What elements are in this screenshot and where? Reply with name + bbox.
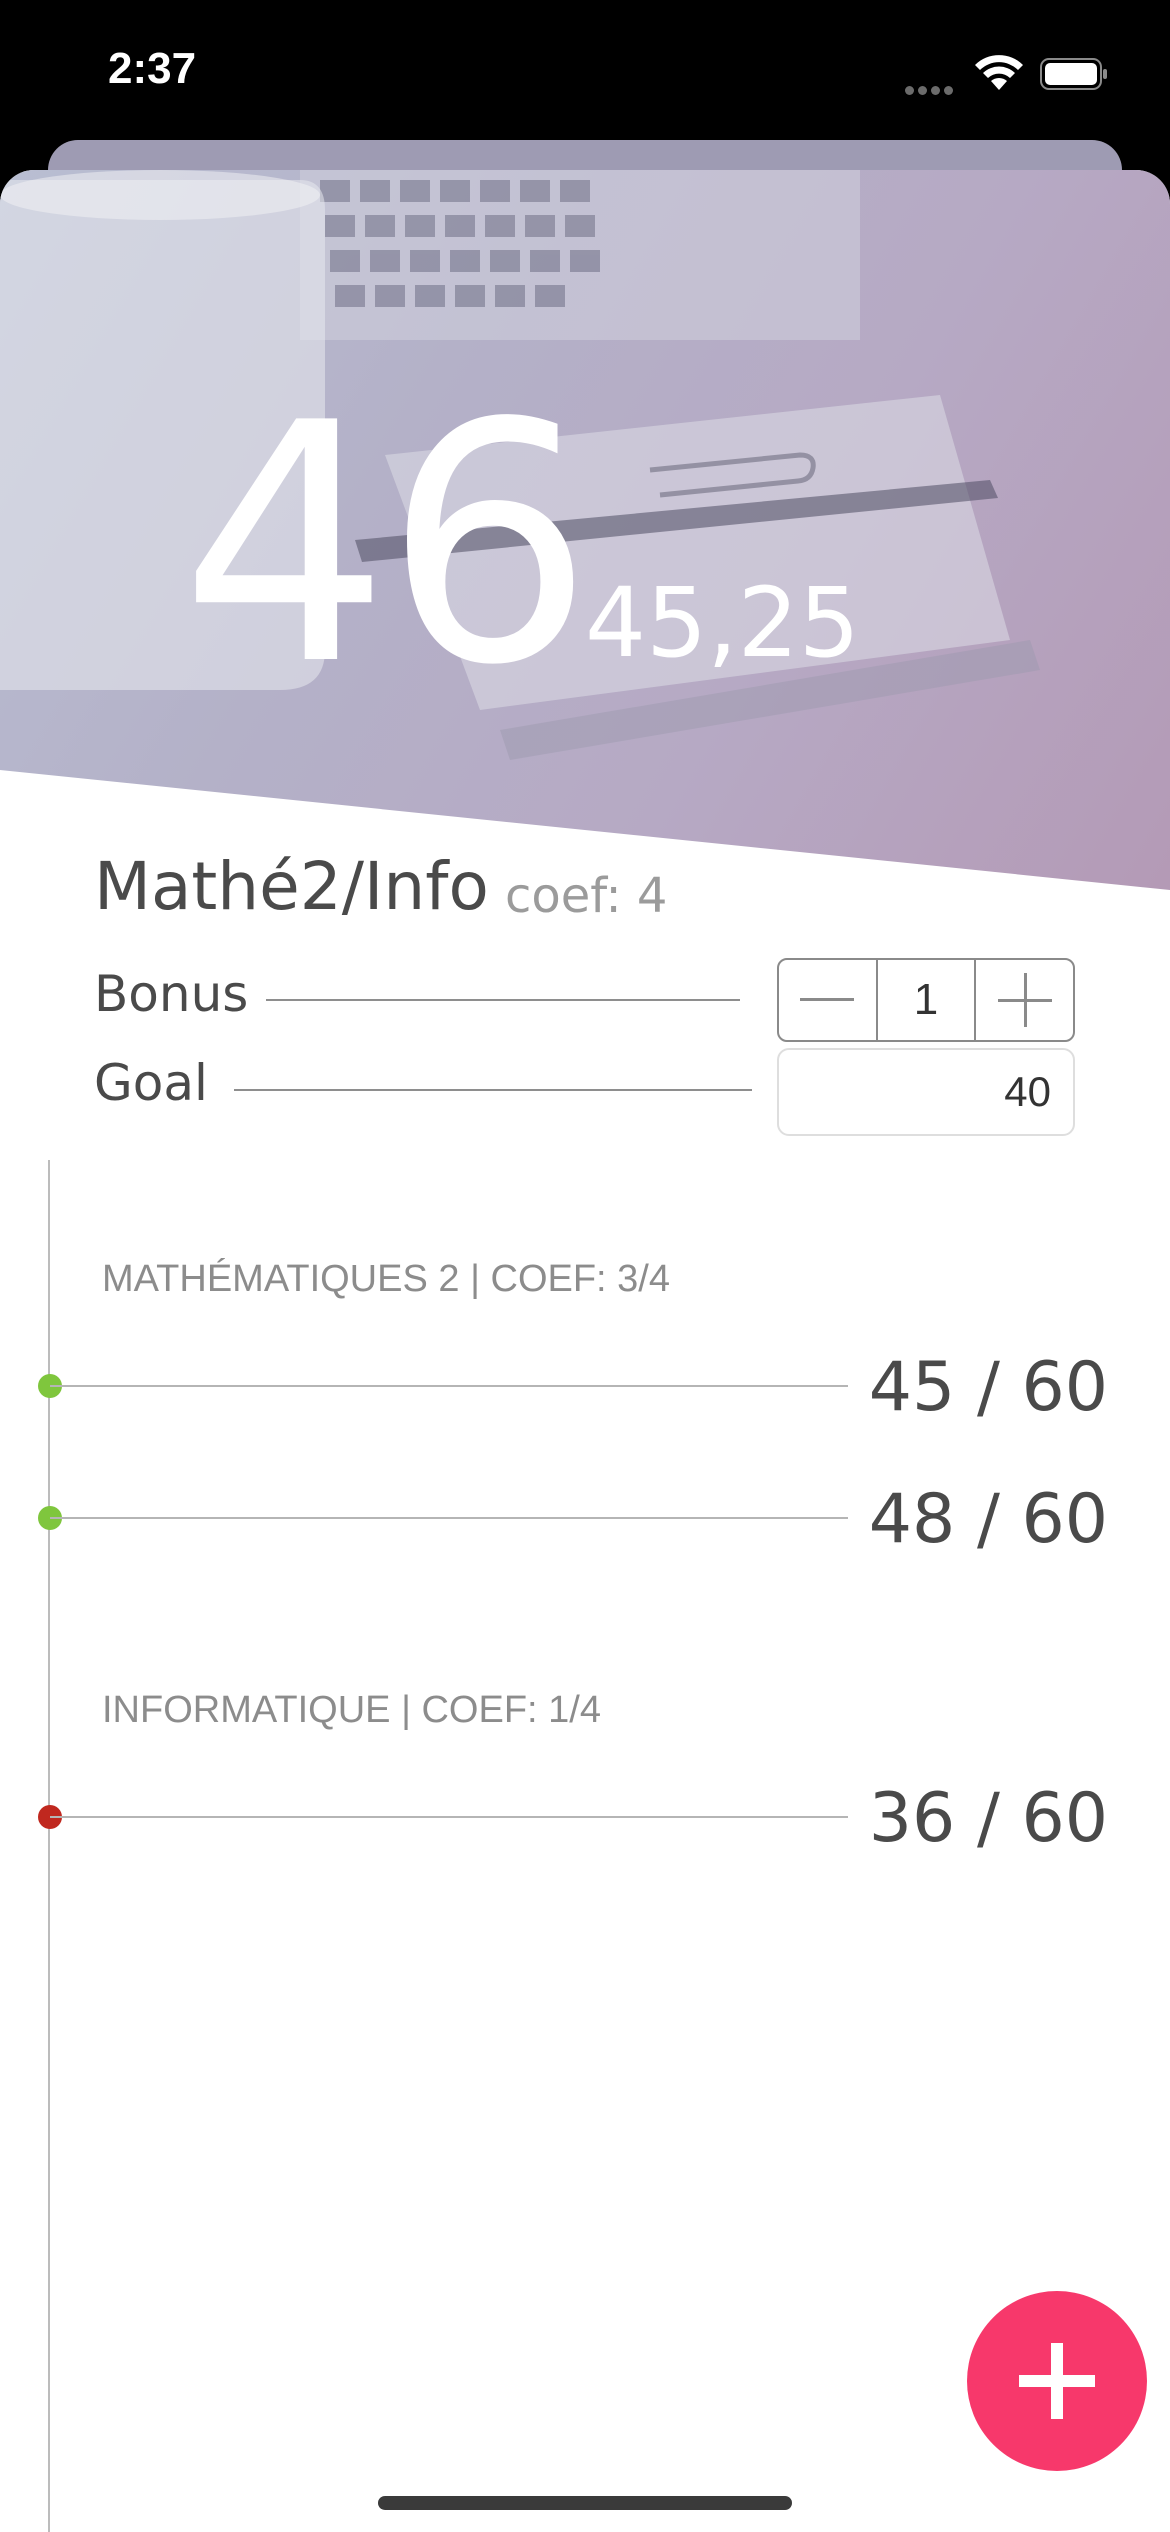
status-bar: 2:37 (0, 0, 1170, 140)
bonus-stepper[interactable]: 1 (777, 958, 1075, 1042)
grade-divider (50, 1385, 848, 1387)
goal-divider (234, 1089, 752, 1091)
decrement-button[interactable] (779, 960, 876, 1040)
section-title: INFORMATIQUE | COEF: 1/4 (102, 1689, 601, 1731)
cellular-signal-icon (905, 80, 957, 95)
overall-grade-rounded: 46 (180, 353, 594, 737)
grade-value: 45 / 60 (868, 1348, 1108, 1427)
status-time: 2:37 (108, 44, 197, 93)
timeline-line (48, 1160, 50, 2532)
hero-header: 46 45,25 (0, 170, 1170, 890)
plus-icon (1019, 2343, 1095, 2419)
grade-divider (50, 1816, 848, 1818)
bonus-label: Bonus (94, 965, 249, 1023)
grade-value: 48 / 60 (868, 1480, 1108, 1559)
goal-label: Goal (94, 1054, 208, 1112)
increment-button[interactable] (976, 960, 1073, 1040)
bonus-value: 1 (875, 960, 977, 1040)
home-indicator (378, 2496, 792, 2510)
battery-icon (1040, 58, 1107, 90)
subject-detail-sheet: 46 45,25 Mathé2/Info coef: 4 Bonus 1 Goa… (0, 170, 1170, 2532)
goal-input[interactable]: 40 (777, 1048, 1075, 1136)
plus-icon (997, 973, 1052, 1027)
wifi-icon (975, 55, 1023, 90)
section-title: MATHÉMATIQUES 2 | COEF: 3/4 (102, 1258, 670, 1300)
minus-icon (800, 998, 855, 1001)
add-grade-button[interactable] (967, 2291, 1147, 2471)
subject-title: Mathé2/Info (94, 848, 489, 925)
grade-divider (50, 1517, 848, 1519)
grade-value: 36 / 60 (868, 1779, 1108, 1858)
bonus-divider (266, 999, 740, 1001)
overall-grade-exact: 45,25 (585, 567, 860, 679)
subject-coefficient: coef: 4 (505, 868, 668, 924)
